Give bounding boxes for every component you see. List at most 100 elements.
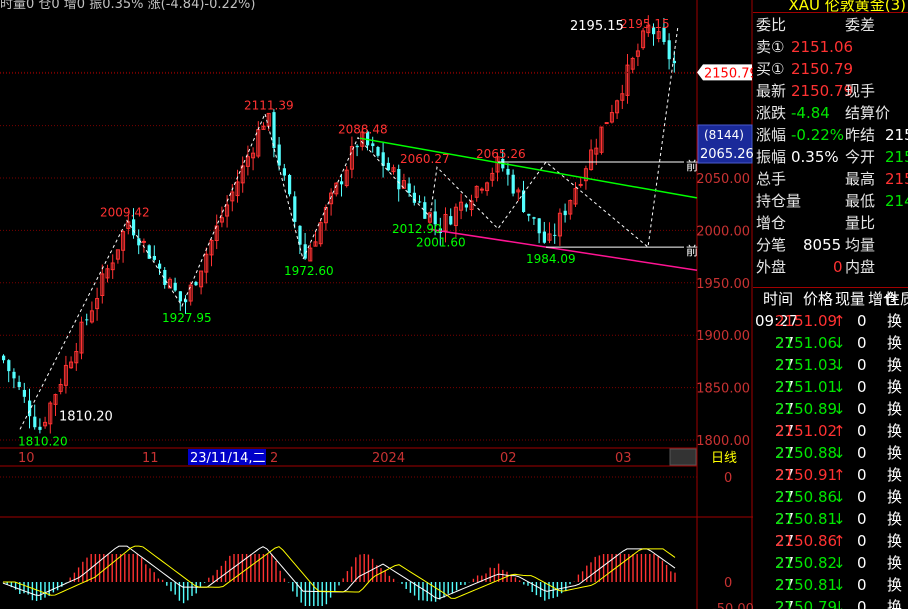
candle-body [355, 145, 359, 148]
tick-volume: 0 [857, 422, 867, 440]
tick-row: 27 2150.79 ↓ 0 换 [753, 596, 908, 609]
zigzag-label: 2060.27 [400, 152, 450, 166]
tick-direction: ↑ [833, 422, 846, 440]
tick-nature: 换 [887, 356, 903, 374]
tick-direction: ↓ [833, 488, 846, 506]
tick-row: 27 2150.81 ↓ 0 换 [753, 508, 908, 530]
quote-value: 2149 [885, 192, 908, 210]
zigzag-label: 1927.95 [162, 311, 212, 325]
tick-direction: ↓ [833, 334, 846, 352]
candle-body [449, 216, 453, 225]
tick-direction: ↑ [833, 466, 846, 484]
tick-header-cell: 性质 [885, 290, 908, 308]
candlestick-chart[interactable]: 2050.00 2000.00 1950.00 1900.00 1850.00 1800.… [0, 0, 753, 609]
quote-value: -4.84 [791, 104, 830, 122]
panel-divider [753, 12, 908, 13]
quote-row: 最新 2150.79 现手 [753, 80, 908, 102]
quote-value: 0 [833, 258, 843, 276]
quote-row: 振幅0.35% 今开 2155 [753, 146, 908, 168]
x-tick-label: 02 [500, 451, 517, 466]
quote-label: 卖① [756, 38, 785, 56]
tick-direction: ↓ [833, 576, 846, 594]
candle-body [527, 213, 531, 216]
tick-nature: 换 [887, 532, 903, 550]
candle-body [407, 183, 411, 193]
zigzag-label: 2195.15 [620, 17, 670, 31]
x-tick-label: 23/11/14,二 [190, 451, 266, 466]
zigzag-line [19, 25, 679, 430]
zigzag-label: 1984.09 [526, 252, 576, 266]
tick-price: 2150.81 [775, 576, 838, 594]
cursor-price: 2065.26 [700, 147, 753, 162]
tick-volume: 0 [857, 444, 867, 462]
tick-price: 2150.82 [775, 554, 838, 572]
candle-body [194, 281, 198, 286]
tick-direction: ↓ [833, 444, 846, 462]
tick-row: 27 2150.89 ↓ 0 换 [753, 398, 908, 420]
candle-body [511, 174, 515, 194]
zigzag-label: 2065.26 [476, 147, 526, 161]
candle-body [553, 234, 557, 236]
candle-body [479, 188, 484, 191]
candle-body [672, 60, 676, 64]
candle-body [282, 168, 286, 176]
quote-row: 涨跌 -4.84 结算价 [753, 102, 908, 124]
tick-direction: ↓ [833, 598, 846, 609]
candle-body [506, 168, 510, 175]
tick-direction: ↓ [833, 510, 846, 528]
tick-direction: ↓ [833, 356, 846, 374]
quote-label: 最低 [845, 192, 876, 210]
tick-nature: 换 [887, 334, 903, 352]
tick-volume: 0 [857, 488, 867, 506]
zigzag-label: 2001.60 [416, 236, 466, 250]
quote-label: 量比 [845, 214, 876, 232]
quote-label: 最新 [756, 82, 787, 100]
tick-volume: 0 [857, 554, 867, 572]
extreme-label: 1810.20 [59, 409, 113, 424]
quote-value: 8055 [803, 236, 842, 254]
tick-row: 09:27 2151.09 ↑ 0 换 [753, 310, 908, 332]
quote-row: 委比 委差 [753, 14, 908, 36]
tick-volume: 0 [857, 378, 867, 396]
candle-body [667, 40, 671, 60]
candle-body [464, 204, 468, 208]
x-tick-label: 10 [18, 451, 35, 466]
quote-value: 2157 [885, 170, 908, 188]
x-tick-label: 2 [270, 451, 278, 466]
quote-label: 分笔 [756, 236, 787, 254]
tick-direction: ↓ [833, 554, 846, 572]
tick-nature: 换 [887, 378, 903, 396]
quote-value: 2155 [885, 126, 908, 144]
quote-row: 外盘 0 内盘 [753, 256, 908, 278]
candle-body [604, 122, 609, 125]
candle-body [7, 360, 11, 372]
quote-row: 分笔 8055 均量 [753, 234, 908, 256]
quote-label: 持仓量 [756, 192, 802, 210]
candle-body [132, 219, 136, 236]
tick-header: 时间 价格 现量 增仓 性质 [753, 288, 908, 310]
tick-nature: 换 [887, 510, 903, 528]
candle-body [293, 196, 297, 222]
candle-body [272, 112, 276, 148]
candle-body [537, 218, 541, 234]
tick-nature: 换 [887, 444, 903, 462]
quote-label: 增仓 [756, 214, 787, 232]
tick-row: 27 2150.86 ↓ 0 换 [753, 486, 908, 508]
tick-row: 27 2150.81 ↓ 0 换 [753, 574, 908, 596]
tick-row: 27 2151.06 ↓ 0 换 [753, 332, 908, 354]
tick-volume: 0 [857, 356, 867, 374]
tick-nature: 换 [887, 598, 903, 609]
quote-value: 2151.06 [791, 38, 854, 56]
quote-value: 2155 [885, 148, 908, 166]
quote-label: 昨结 [845, 126, 876, 144]
candle-body [38, 426, 42, 430]
tick-volume: 0 [857, 576, 867, 594]
macd-histogram [2, 554, 676, 606]
tick-header-cell: 现量 [835, 290, 866, 308]
candle-body [137, 238, 141, 246]
candle-body [12, 371, 16, 379]
tick-price: 2150.88 [775, 444, 838, 462]
level-tag: 前 [686, 158, 698, 173]
quote-value: 2150.79 [791, 60, 854, 78]
y-tick-label: 1850.00 [696, 382, 750, 397]
